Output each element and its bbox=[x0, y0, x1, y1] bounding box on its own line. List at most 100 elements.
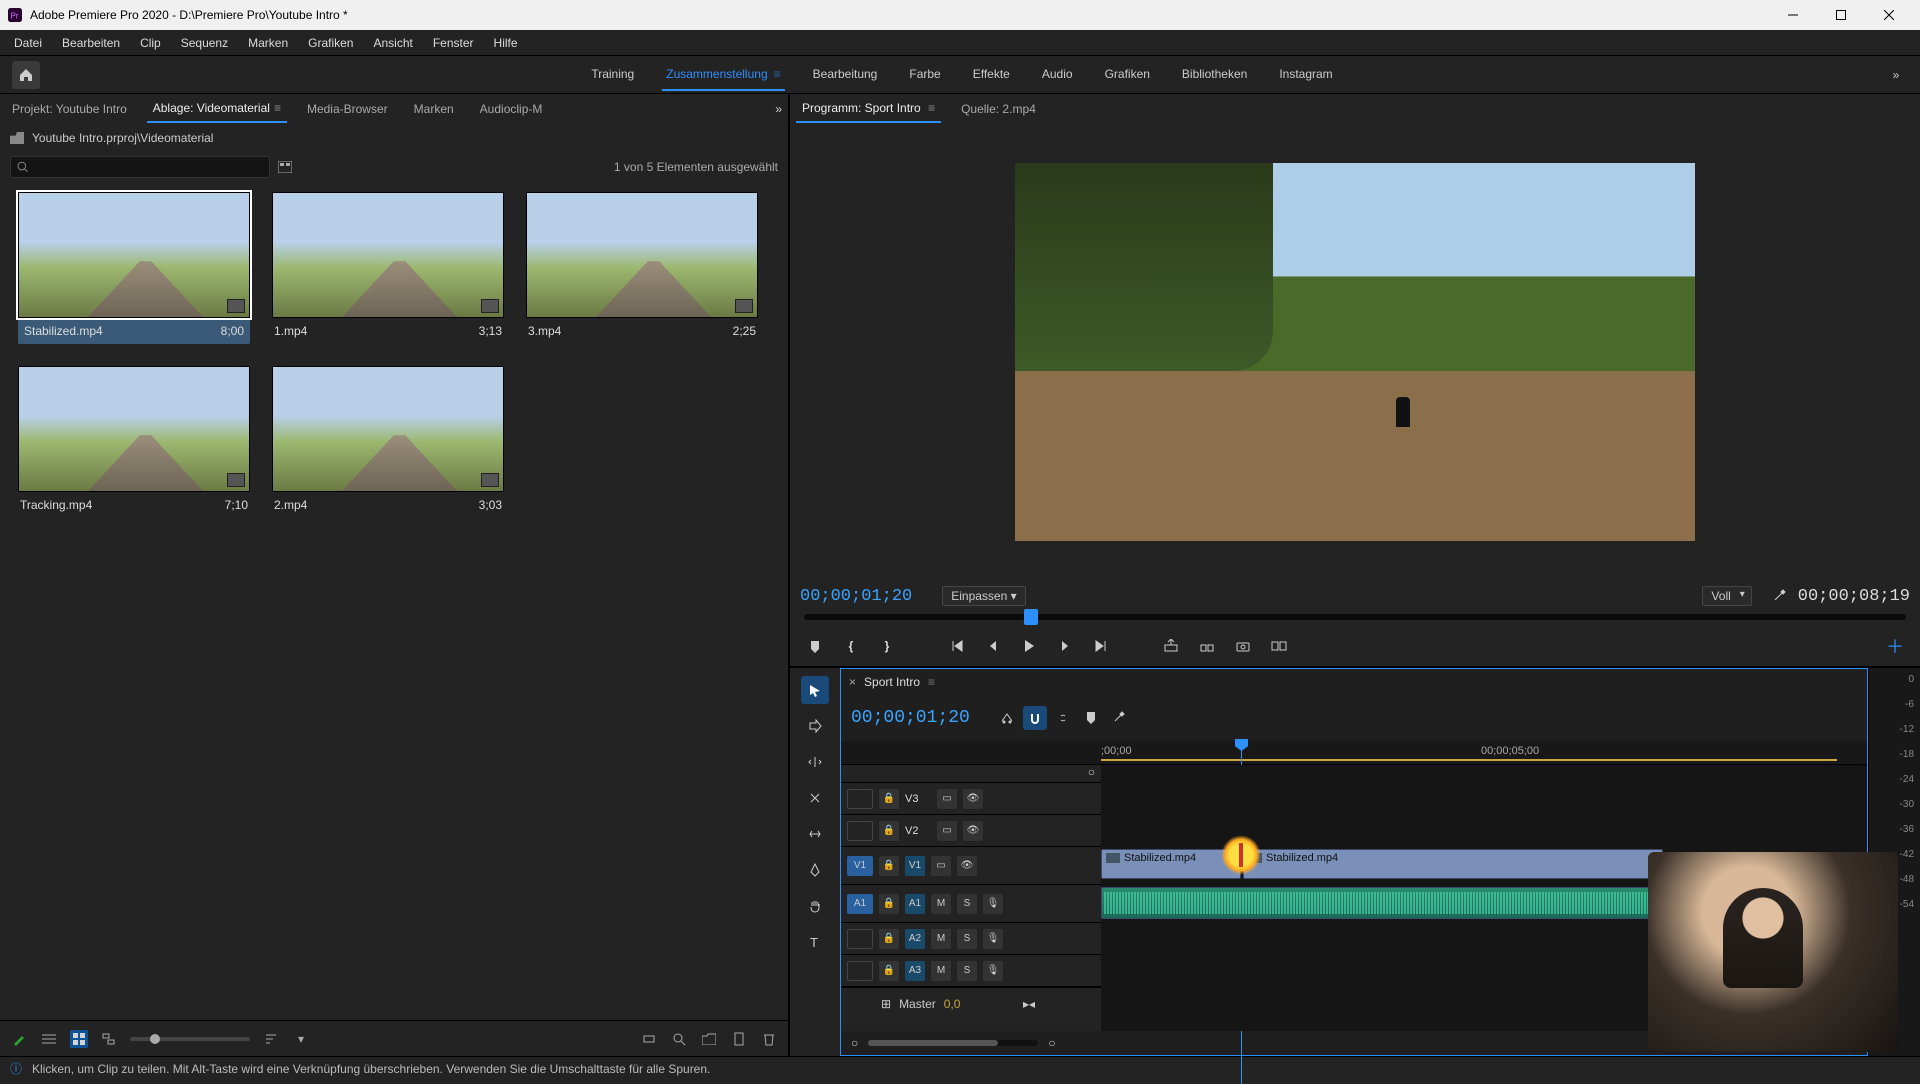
zoom-fit-dropdown[interactable]: Einpassen ▾ bbox=[942, 586, 1025, 606]
add-marker-timeline-button[interactable] bbox=[1079, 706, 1103, 730]
program-timecode[interactable]: 00;00;01;20 bbox=[800, 587, 912, 606]
freeform-view-button[interactable] bbox=[100, 1030, 118, 1048]
close-button[interactable] bbox=[1866, 0, 1912, 30]
track-target-a1[interactable]: A1 bbox=[905, 894, 925, 914]
track-target-a2[interactable]: A2 bbox=[905, 929, 925, 949]
comparison-view-button[interactable] bbox=[1268, 635, 1290, 657]
pen-tool[interactable] bbox=[801, 856, 829, 884]
menu-hilfe[interactable]: Hilfe bbox=[484, 32, 528, 54]
sequence-name[interactable]: Sport Intro bbox=[864, 675, 920, 689]
project-tab[interactable]: Audioclip-M bbox=[474, 96, 549, 122]
list-view-button[interactable] bbox=[40, 1030, 58, 1048]
master-value[interactable]: 0,0 bbox=[944, 997, 961, 1011]
export-frame-button[interactable] bbox=[1232, 635, 1254, 657]
track-select-tool[interactable] bbox=[801, 712, 829, 740]
track-visibility-v3[interactable]: 👁 bbox=[963, 789, 983, 809]
mute-toggle-a1[interactable]: M bbox=[931, 894, 951, 914]
track-output-v3[interactable]: ▭ bbox=[937, 789, 957, 809]
menu-ansicht[interactable]: Ansicht bbox=[363, 32, 422, 54]
timeline-settings-button[interactable] bbox=[1107, 706, 1131, 730]
menu-bearbeiten[interactable]: Bearbeiten bbox=[52, 32, 130, 54]
home-button[interactable] bbox=[12, 61, 40, 89]
timeline-timecode[interactable]: 00;00;01;20 bbox=[851, 708, 991, 728]
extract-button[interactable] bbox=[1196, 635, 1218, 657]
tab-program[interactable]: Programm: Sport Intro ≡ bbox=[796, 95, 941, 123]
project-breadcrumb[interactable]: Youtube Intro.prproj\Videomaterial bbox=[32, 131, 213, 145]
snap-toggle[interactable] bbox=[1023, 706, 1047, 730]
button-editor-plus-button[interactable]: ＋ bbox=[1884, 635, 1906, 657]
project-search-input[interactable] bbox=[10, 156, 270, 178]
project-tab[interactable]: Projekt: Youtube Intro bbox=[6, 96, 133, 122]
menu-fenster[interactable]: Fenster bbox=[423, 32, 484, 54]
master-meter-icon[interactable]: ▸◂ bbox=[1023, 997, 1035, 1011]
project-tabs-overflow-button[interactable]: » bbox=[775, 102, 782, 116]
maximize-button[interactable] bbox=[1818, 0, 1864, 30]
tab-source[interactable]: Quelle: 2.mp4 bbox=[955, 96, 1042, 122]
lift-button[interactable] bbox=[1160, 635, 1182, 657]
program-scrub-bar[interactable] bbox=[790, 608, 1920, 626]
track-visibility-v1[interactable]: 👁 bbox=[957, 856, 977, 876]
delete-button[interactable] bbox=[760, 1030, 778, 1048]
ripple-edit-tool[interactable] bbox=[801, 748, 829, 776]
project-clip[interactable]: Tracking.mp47;10 bbox=[18, 366, 250, 512]
lock-toggle-v3[interactable]: 🔒 bbox=[879, 789, 899, 809]
new-item-button[interactable] bbox=[730, 1030, 748, 1048]
track-output-v2[interactable]: ▭ bbox=[937, 821, 957, 841]
add-marker-button[interactable] bbox=[804, 635, 826, 657]
track-target-a3[interactable]: A3 bbox=[905, 961, 925, 981]
settings-wrench-icon[interactable] bbox=[1772, 588, 1788, 604]
icon-view-button[interactable] bbox=[70, 1030, 88, 1048]
find-button[interactable] bbox=[670, 1030, 688, 1048]
project-clip[interactable]: 2.mp43;03 bbox=[272, 366, 504, 512]
workspace-tab-grafiken[interactable]: Grafiken bbox=[1101, 59, 1154, 91]
track-target-v1[interactable]: V1 bbox=[905, 856, 925, 876]
sequence-menu-button[interactable]: ≡ bbox=[928, 675, 935, 689]
workspace-tab-zusammenstellung[interactable]: Zusammenstellung≡ bbox=[662, 59, 784, 91]
menu-datei[interactable]: Datei bbox=[4, 32, 52, 54]
sync-lock-icon[interactable]: ○ bbox=[1088, 765, 1095, 782]
workspace-tab-effekte[interactable]: Effekte bbox=[969, 59, 1014, 91]
solo-toggle-a2[interactable]: S bbox=[957, 929, 977, 949]
track-output-v1[interactable]: ▭ bbox=[931, 856, 951, 876]
thumbnail-size-slider[interactable] bbox=[130, 1037, 250, 1041]
lock-toggle-a2[interactable]: 🔒 bbox=[879, 929, 899, 949]
lock-toggle-a3[interactable]: 🔒 bbox=[879, 961, 899, 981]
new-bin-button[interactable] bbox=[700, 1030, 718, 1048]
timeline-close-button[interactable]: × bbox=[849, 675, 856, 689]
mark-out-button[interactable]: } bbox=[876, 635, 898, 657]
play-button[interactable] bbox=[1018, 635, 1040, 657]
solo-toggle-a3[interactable]: S bbox=[957, 961, 977, 981]
workspace-tab-training[interactable]: Training bbox=[587, 59, 638, 91]
sort-dropdown-button[interactable]: ▾ bbox=[292, 1030, 310, 1048]
lock-toggle-a1[interactable]: 🔒 bbox=[879, 894, 899, 914]
workspace-tab-farbe[interactable]: Farbe bbox=[905, 59, 944, 91]
workspace-overflow-button[interactable]: » bbox=[1884, 68, 1908, 82]
menu-sequenz[interactable]: Sequenz bbox=[171, 32, 238, 54]
minimize-button[interactable] bbox=[1770, 0, 1816, 30]
go-to-out-button[interactable] bbox=[1090, 635, 1112, 657]
timeline-clip[interactable]: Stabilized.mp4 bbox=[1243, 849, 1663, 879]
insert-sequence-icon[interactable] bbox=[995, 706, 1019, 730]
voiceover-a3[interactable]: 🎙 bbox=[983, 961, 1003, 981]
timeline-zoom-slider[interactable] bbox=[868, 1040, 1038, 1046]
project-search-field[interactable] bbox=[28, 160, 263, 174]
project-clip[interactable]: 3.mp42;25 bbox=[526, 192, 758, 344]
timeline-zoom-in[interactable]: ○ bbox=[1048, 1036, 1055, 1050]
project-tab[interactable]: Ablage: Videomaterial≡ bbox=[147, 95, 287, 123]
voiceover-a2[interactable]: 🎙 bbox=[983, 929, 1003, 949]
linked-selection-toggle[interactable] bbox=[1051, 706, 1075, 730]
hand-tool[interactable] bbox=[801, 892, 829, 920]
timeline-ruler[interactable]: ;00;00 00;00;05;00 bbox=[841, 741, 1867, 765]
sort-button[interactable] bbox=[262, 1030, 280, 1048]
mute-toggle-a3[interactable]: M bbox=[931, 961, 951, 981]
source-patch-v1[interactable]: V1 bbox=[847, 856, 873, 876]
program-monitor[interactable] bbox=[790, 124, 1920, 580]
source-patch-a1[interactable]: A1 bbox=[847, 894, 873, 914]
menu-clip[interactable]: Clip bbox=[130, 32, 171, 54]
project-clip[interactable]: Stabilized.mp48;00 bbox=[18, 192, 250, 344]
track-visibility-v2[interactable]: 👁 bbox=[963, 821, 983, 841]
voiceover-a1[interactable]: 🎙 bbox=[983, 894, 1003, 914]
project-tab[interactable]: Marken bbox=[408, 96, 460, 122]
type-tool[interactable]: T bbox=[801, 928, 829, 956]
timeline-zoom-out[interactable]: ○ bbox=[851, 1036, 858, 1050]
